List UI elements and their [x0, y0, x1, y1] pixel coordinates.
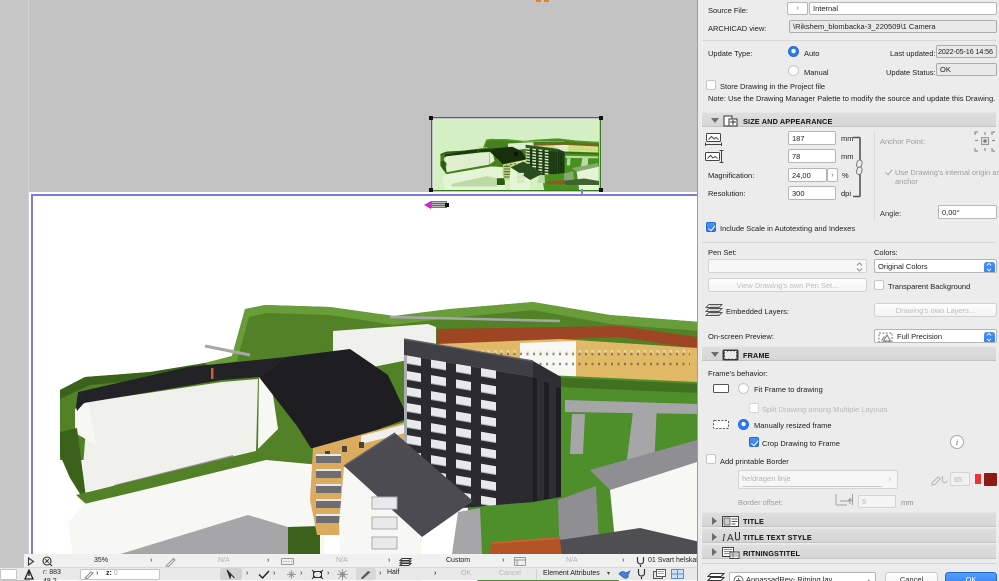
svg-text:A: A [727, 533, 734, 543]
svg-text:I: I [722, 533, 726, 543]
